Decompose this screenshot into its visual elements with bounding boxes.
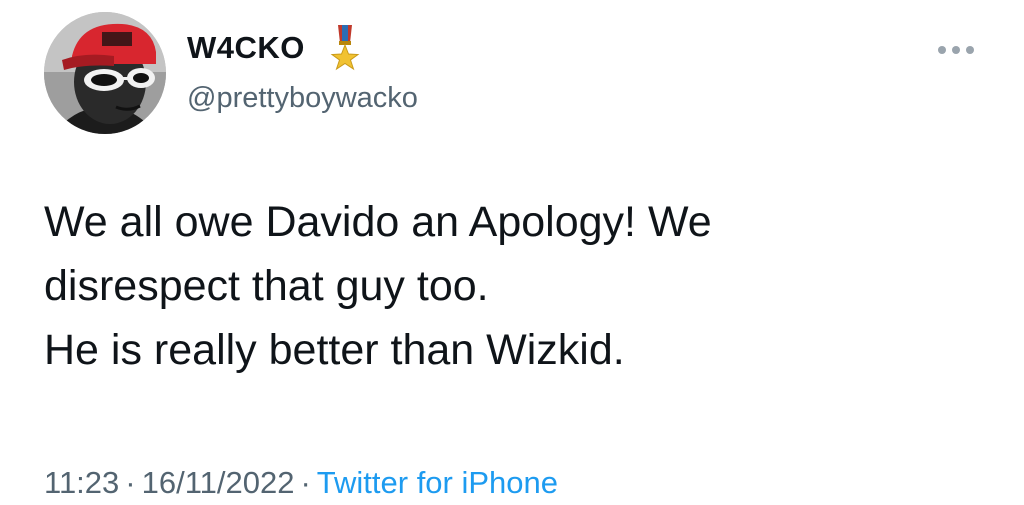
separator-dot: ·: [300, 465, 311, 500]
separator-dot: ·: [125, 465, 136, 500]
tweet-text-line: He is really better than Wizkid.: [44, 326, 625, 374]
military-medal-icon: [330, 25, 360, 71]
user-handle[interactable]: @prettyboywacko: [187, 78, 418, 118]
tweet-text-line: We all owe Davido an Apology! We: [44, 198, 712, 246]
tweet-date[interactable]: 16/11/2022: [142, 465, 295, 500]
avatar-image: [44, 12, 166, 134]
user-avatar[interactable]: [44, 12, 166, 134]
tweet-text-line: disrespect that guy too.: [44, 262, 489, 310]
tweet-metadata: 11:23 · 16/11/2022 · Twitter for iPhone: [44, 463, 558, 503]
tweet-time[interactable]: 11:23: [44, 465, 119, 500]
display-name[interactable]: W4CKO: [187, 28, 305, 68]
tweet-source-link[interactable]: Twitter for iPhone: [317, 465, 558, 500]
tweet-text: We all owe Davido an Apology! We disresp…: [44, 190, 964, 382]
more-options-icon[interactable]: [936, 38, 976, 62]
tweet-card: W4CKO @prettyboywacko We all owe Davido …: [0, 0, 1024, 505]
